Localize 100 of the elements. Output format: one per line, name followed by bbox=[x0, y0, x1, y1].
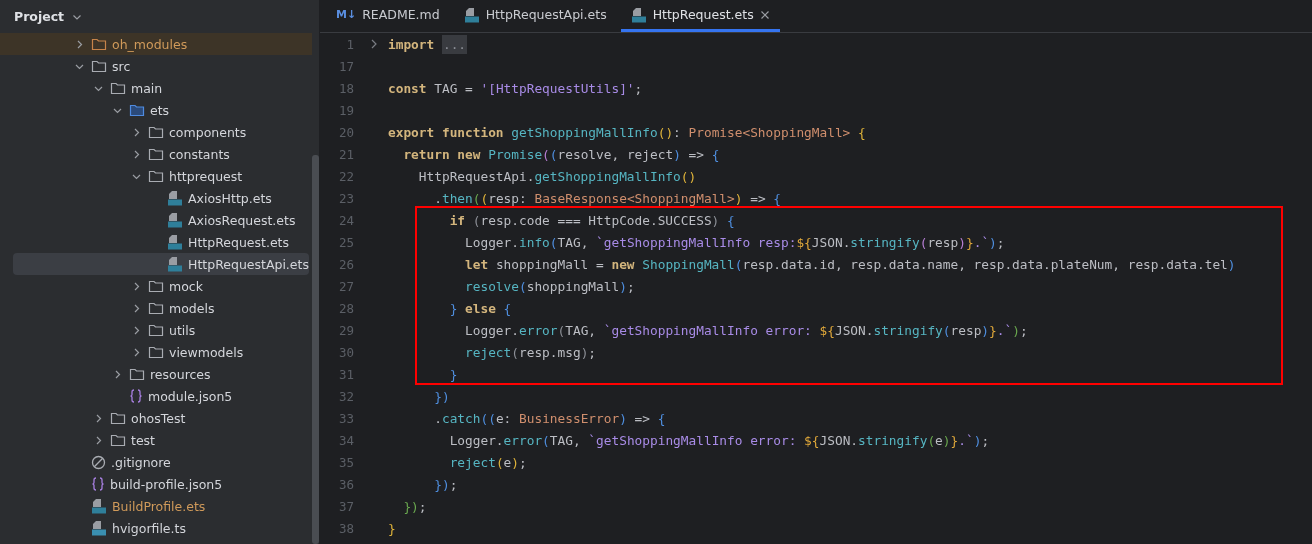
code-line: } bbox=[448, 366, 458, 382]
file-name: module.json5 bbox=[148, 388, 233, 404]
line-number: 32 bbox=[337, 388, 354, 404]
folder-icon bbox=[91, 59, 107, 73]
line-number: 22 bbox=[337, 168, 354, 184]
line-number: 36 bbox=[337, 476, 354, 492]
tree-item[interactable]: AxiosHttp.ets bbox=[0, 187, 312, 209]
braces-icon bbox=[91, 476, 105, 492]
tree-item[interactable]: src bbox=[0, 55, 312, 77]
markdown-icon: M↓ bbox=[336, 8, 357, 21]
tree-item[interactable]: httprequest bbox=[0, 165, 312, 187]
line-number: 30 bbox=[337, 344, 354, 360]
tree-item[interactable]: utils bbox=[0, 319, 312, 341]
file-name: AxiosRequest.ets bbox=[188, 212, 296, 228]
tree-item[interactable]: constants bbox=[0, 143, 312, 165]
tree-item[interactable]: build-profile.json5 bbox=[0, 473, 312, 495]
tree-item[interactable]: resources bbox=[0, 363, 312, 385]
tree-item[interactable]: models bbox=[0, 297, 312, 319]
file-name: HttpRequest.ets bbox=[188, 234, 289, 250]
file-name: HttpRequestApi.ets bbox=[188, 256, 309, 272]
line-number: 29 bbox=[337, 322, 354, 338]
file-icon bbox=[630, 6, 647, 23]
code-line: } else { bbox=[448, 300, 512, 316]
tree-item[interactable]: ohosTest bbox=[0, 407, 312, 429]
code-line: }); bbox=[402, 498, 427, 514]
code-line: let shoppingMall = new ShoppingMall(resp.data.id, resp.data.name, resp.data.plateNum, resp.data.tel) bbox=[464, 256, 1236, 272]
file-name: ets bbox=[150, 102, 170, 118]
code-line: Logger.error(TAG, `getShoppingMallInfo error: ${JSON.stringify(e)}.`); bbox=[448, 432, 990, 448]
code-line: if (resp.code === HttpCode.SUCCESS) { bbox=[448, 212, 735, 228]
file-icon bbox=[463, 6, 480, 23]
file-name: utils bbox=[169, 322, 196, 338]
line-number: 19 bbox=[337, 102, 354, 118]
tree-item[interactable]: HttpRequestApi.ets bbox=[13, 253, 309, 275]
blocked-icon bbox=[91, 454, 106, 470]
file-icon bbox=[91, 520, 107, 536]
file-name: constants bbox=[169, 146, 230, 162]
file-name: oh_modules bbox=[112, 36, 188, 52]
code-line: }); bbox=[433, 476, 458, 492]
folder-icon bbox=[148, 169, 164, 183]
folder-icon bbox=[91, 37, 107, 51]
line-number: 23 bbox=[337, 190, 354, 206]
code-line: import ... bbox=[388, 36, 468, 52]
tree-item[interactable]: main bbox=[0, 77, 312, 99]
code-line: const TAG = '[HttpRequestUtils]'; bbox=[388, 80, 643, 96]
file-name: BuildProfile.ets bbox=[112, 498, 206, 514]
line-number: 35 bbox=[337, 454, 354, 470]
file-icon bbox=[91, 498, 107, 514]
folder-icon bbox=[110, 411, 126, 425]
file-name: resources bbox=[150, 366, 211, 382]
file-name: src bbox=[112, 58, 131, 74]
line-number: 20 bbox=[337, 124, 354, 140]
tree-item[interactable]: viewmodels bbox=[0, 341, 312, 363]
file-name: AxiosHttp.ets bbox=[188, 190, 272, 206]
code-line: Logger.error(TAG, `getShoppingMallInfo error: ${JSON.stringify(resp)}.`); bbox=[464, 322, 1028, 338]
editor-tab[interactable]: HttpRequest.ets bbox=[620, 0, 780, 32]
file-name: models bbox=[169, 300, 215, 316]
file-name: httprequest bbox=[169, 168, 243, 184]
editor-tab[interactable]: HttpRequestApi.ets bbox=[453, 0, 617, 32]
code-line: resolve(shoppingMall); bbox=[464, 278, 635, 294]
line-number: 31 bbox=[337, 366, 354, 382]
line-number: 28 bbox=[337, 300, 354, 316]
fold-chevron-icon[interactable] bbox=[370, 39, 378, 49]
folder-icon bbox=[148, 301, 164, 315]
code-line: .then((resp: BaseResponse<ShoppingMall>) => { bbox=[433, 190, 782, 206]
tree-item[interactable]: oh_modules bbox=[0, 33, 312, 55]
code-line: return new Promise((resolve, reject) => { bbox=[402, 146, 720, 162]
file-name: ohosTest bbox=[131, 410, 186, 426]
code-line: } bbox=[388, 520, 396, 536]
line-number: 27 bbox=[337, 278, 354, 294]
close-icon[interactable] bbox=[759, 9, 770, 20]
file-name: test bbox=[131, 432, 155, 448]
line-number: 17 bbox=[337, 58, 354, 74]
file-name: hvigorfile.ts bbox=[112, 520, 186, 536]
braces-icon bbox=[129, 388, 143, 404]
folder-icon bbox=[148, 279, 164, 293]
line-number: 25 bbox=[337, 234, 354, 250]
editor-tab[interactable]: M↓ README.md bbox=[326, 0, 450, 32]
folder-icon bbox=[110, 433, 126, 447]
tree-item[interactable]: module.json5 bbox=[0, 385, 312, 407]
panel-title[interactable]: Project bbox=[14, 9, 65, 24]
tree-item[interactable]: test bbox=[0, 429, 312, 451]
folder-icon bbox=[148, 323, 164, 337]
tree-item[interactable]: HttpRequest.ets bbox=[0, 231, 312, 253]
tree-item[interactable]: components bbox=[0, 121, 312, 143]
tree-item[interactable]: AxiosRequest.ets bbox=[0, 209, 312, 231]
tree-item[interactable]: BuildProfile.ets bbox=[0, 495, 312, 517]
tree-item[interactable]: mock bbox=[0, 275, 312, 297]
folder-icon bbox=[148, 125, 164, 139]
line-number: 1 bbox=[345, 36, 354, 52]
tree-item[interactable]: ets bbox=[0, 99, 312, 121]
scrollbar-thumb[interactable] bbox=[312, 155, 319, 544]
line-number: 38 bbox=[337, 520, 354, 536]
tree-item[interactable]: hvigorfile.ts bbox=[0, 517, 312, 539]
code-line: }) bbox=[433, 388, 450, 404]
folder-icon bbox=[110, 81, 126, 95]
line-number: 18 bbox=[337, 80, 354, 96]
tree-item[interactable]: .gitignore bbox=[0, 451, 312, 473]
file-name: main bbox=[131, 80, 163, 96]
file-name: viewmodels bbox=[169, 344, 244, 360]
file-name: build-profile.json5 bbox=[110, 476, 223, 492]
